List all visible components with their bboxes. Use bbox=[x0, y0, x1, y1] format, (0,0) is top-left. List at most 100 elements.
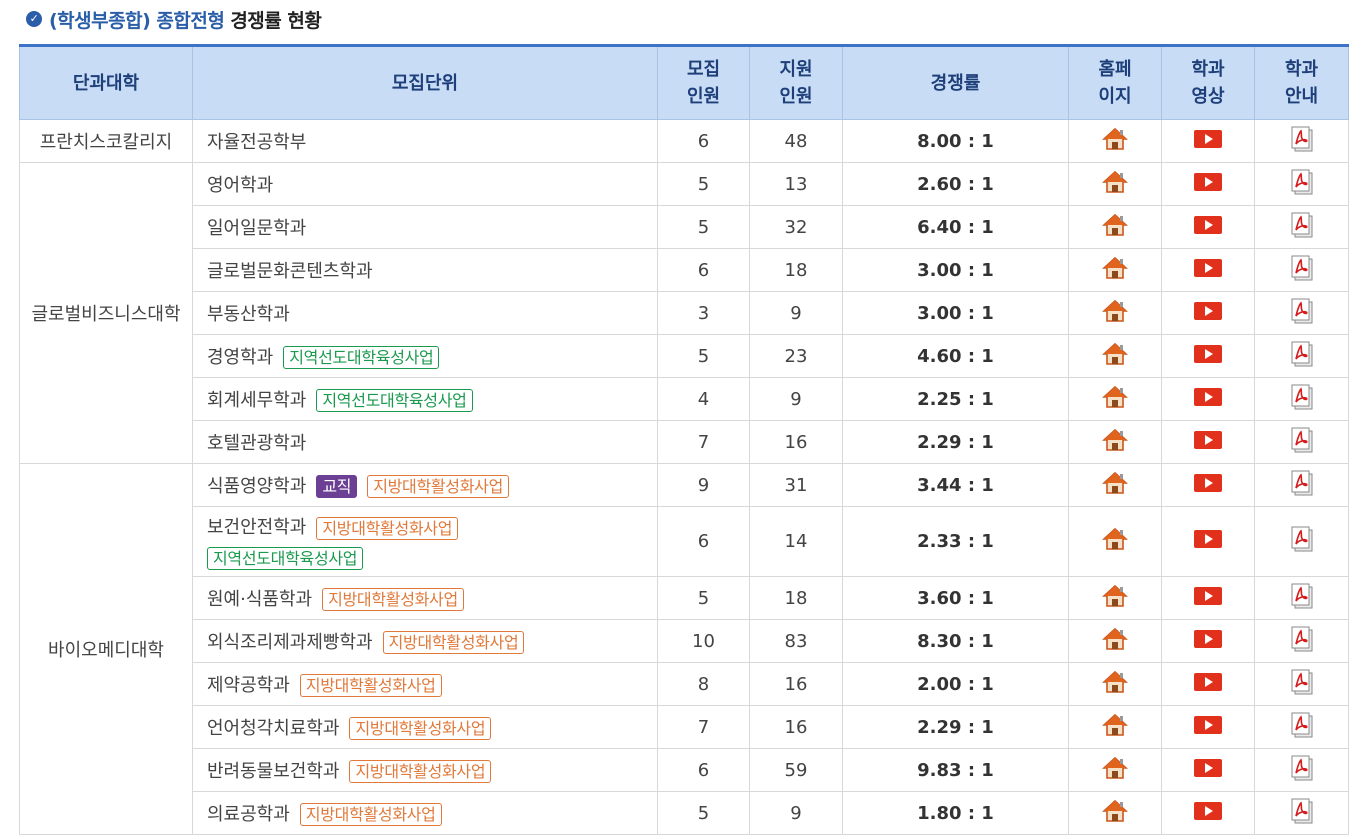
video-play-icon[interactable] bbox=[1194, 430, 1222, 454]
video-play-icon[interactable] bbox=[1194, 129, 1222, 153]
program-badge: 지방대학활성화사업 bbox=[367, 475, 509, 499]
guide-cell bbox=[1254, 248, 1349, 292]
homepage-cell bbox=[1068, 748, 1162, 792]
guide-cell bbox=[1254, 420, 1349, 464]
home-icon[interactable] bbox=[1101, 385, 1129, 414]
guide-cell bbox=[1254, 119, 1349, 163]
table-row: 반려동물보건학과 지방대학활성화사업 6 59 9.83 : 1 bbox=[20, 748, 1349, 792]
unit-cell: 보건안전학과 지방대학활성화사업 지역선도대학육성사업 bbox=[192, 506, 658, 577]
home-icon[interactable] bbox=[1101, 299, 1129, 328]
pdf-file-icon[interactable] bbox=[1290, 169, 1314, 200]
home-icon[interactable] bbox=[1101, 471, 1129, 500]
video-cell bbox=[1161, 119, 1255, 163]
video-play-icon[interactable] bbox=[1194, 387, 1222, 411]
heading-highlight: (학생부종합) 종합전형 bbox=[49, 9, 225, 32]
pdf-file-icon[interactable] bbox=[1290, 798, 1314, 829]
unit-name: 부동산학과 bbox=[207, 304, 290, 325]
home-icon[interactable] bbox=[1101, 713, 1129, 742]
pdf-file-icon[interactable] bbox=[1290, 526, 1314, 557]
video-cell bbox=[1161, 662, 1255, 706]
home-icon[interactable] bbox=[1101, 799, 1129, 828]
video-play-icon[interactable] bbox=[1194, 586, 1222, 610]
homepage-cell bbox=[1068, 662, 1162, 706]
unit-cell: 언어청각치료학과 지방대학활성화사업 bbox=[192, 705, 658, 749]
unit-name: 경영학과 bbox=[207, 346, 274, 368]
unit-cell: 영어학과 bbox=[192, 162, 658, 206]
video-play-icon[interactable] bbox=[1194, 215, 1222, 239]
pdf-file-icon[interactable] bbox=[1290, 255, 1314, 286]
video-play-icon[interactable] bbox=[1194, 301, 1222, 325]
video-play-icon[interactable] bbox=[1194, 672, 1222, 696]
table-row: 부동산학과 3 9 3.00 : 1 bbox=[20, 291, 1349, 335]
rate-cell: 6.40 : 1 bbox=[842, 205, 1069, 249]
pdf-file-icon[interactable] bbox=[1290, 669, 1314, 700]
pdf-file-icon[interactable] bbox=[1290, 298, 1314, 329]
video-play-icon[interactable] bbox=[1194, 172, 1222, 196]
pdf-file-icon[interactable] bbox=[1290, 341, 1314, 372]
video-play-icon[interactable] bbox=[1194, 715, 1222, 739]
home-icon[interactable] bbox=[1101, 756, 1129, 785]
video-play-icon[interactable] bbox=[1194, 530, 1222, 553]
unit-name: 제약공학과 bbox=[207, 674, 290, 696]
pdf-file-icon[interactable] bbox=[1290, 384, 1314, 415]
guide-cell bbox=[1254, 205, 1349, 249]
quota-cell: 5 bbox=[657, 334, 750, 378]
applicants-cell: 32 bbox=[749, 205, 843, 249]
home-icon[interactable] bbox=[1101, 584, 1129, 613]
program-badge: 지방대학활성화사업 bbox=[382, 631, 525, 655]
video-cell bbox=[1161, 291, 1255, 335]
unit-cell: 글로벌문화콘텐츠학과 bbox=[192, 248, 658, 292]
college-cell: 바이오메디대학 bbox=[19, 463, 193, 835]
guide-cell bbox=[1254, 576, 1349, 620]
header-guide: 학과 안내 bbox=[1254, 45, 1349, 120]
table-header-row: 단과대학 모집단위 모집 인원 지원 인원 경쟁률 홈페 이지 학과 영상 학과 안내 bbox=[19, 45, 1349, 120]
video-play-icon[interactable] bbox=[1194, 758, 1222, 782]
pdf-file-icon[interactable] bbox=[1290, 712, 1314, 743]
guide-cell bbox=[1254, 291, 1349, 335]
video-play-icon[interactable] bbox=[1194, 344, 1222, 368]
homepage-cell bbox=[1068, 705, 1162, 749]
table-row: 글로벌비즈니스대학 영어학과 5 13 2.60 : 1 bbox=[19, 162, 1349, 464]
video-play-icon[interactable] bbox=[1194, 801, 1222, 825]
pdf-file-icon[interactable] bbox=[1290, 126, 1314, 157]
homepage-cell bbox=[1068, 420, 1162, 464]
homepage-cell bbox=[1068, 162, 1162, 206]
rate-cell: 8.00 : 1 bbox=[842, 119, 1069, 163]
unit-name: 식품영양학과 bbox=[207, 475, 307, 497]
table-row: 경영학과 지역선도대학육성사업 5 23 4.60 : 1 bbox=[20, 334, 1349, 378]
pdf-file-icon[interactable] bbox=[1290, 583, 1314, 614]
pdf-file-icon[interactable] bbox=[1290, 755, 1314, 786]
quota-cell: 6 bbox=[657, 506, 750, 577]
unit-cell: 호텔관광학과 bbox=[192, 420, 658, 464]
guide-cell bbox=[1254, 619, 1349, 663]
video-cell bbox=[1161, 705, 1255, 749]
home-icon[interactable] bbox=[1101, 342, 1129, 371]
rate-cell: 3.00 : 1 bbox=[842, 291, 1069, 335]
homepage-cell bbox=[1068, 291, 1162, 335]
video-play-icon[interactable] bbox=[1194, 629, 1222, 653]
rate-cell: 9.83 : 1 bbox=[842, 748, 1069, 792]
home-icon[interactable] bbox=[1101, 127, 1129, 156]
pdf-file-icon[interactable] bbox=[1290, 212, 1314, 243]
home-icon[interactable] bbox=[1101, 627, 1129, 656]
unit-name: 호텔관광학과 bbox=[207, 433, 307, 454]
applicants-cell: 16 bbox=[749, 705, 843, 749]
unit-cell: 회계세무학과 지역선도대학육성사업 bbox=[192, 377, 658, 421]
video-play-icon[interactable] bbox=[1194, 473, 1222, 497]
home-icon[interactable] bbox=[1101, 670, 1129, 699]
pdf-file-icon[interactable] bbox=[1290, 470, 1314, 501]
home-icon[interactable] bbox=[1101, 428, 1129, 457]
applicants-cell: 83 bbox=[749, 619, 843, 663]
homepage-cell bbox=[1068, 576, 1162, 620]
table-body: 프란치스코칼리지 자율전공학부 6 48 8.00 : 1 글로벌비즈니스대학 영어학과 5 1… bbox=[19, 119, 1349, 835]
home-icon[interactable] bbox=[1101, 256, 1129, 285]
pdf-file-icon[interactable] bbox=[1290, 626, 1314, 657]
home-icon[interactable] bbox=[1101, 213, 1129, 242]
section-heading: ✓ (학생부종합) 종합전형 경쟁률 현황 bbox=[26, 6, 322, 32]
quota-cell: 5 bbox=[657, 162, 750, 206]
video-play-icon[interactable] bbox=[1194, 258, 1222, 282]
pdf-file-icon[interactable] bbox=[1290, 427, 1314, 458]
home-icon[interactable] bbox=[1101, 527, 1129, 556]
header-homepage: 홈페 이지 bbox=[1068, 45, 1162, 120]
home-icon[interactable] bbox=[1101, 170, 1129, 199]
